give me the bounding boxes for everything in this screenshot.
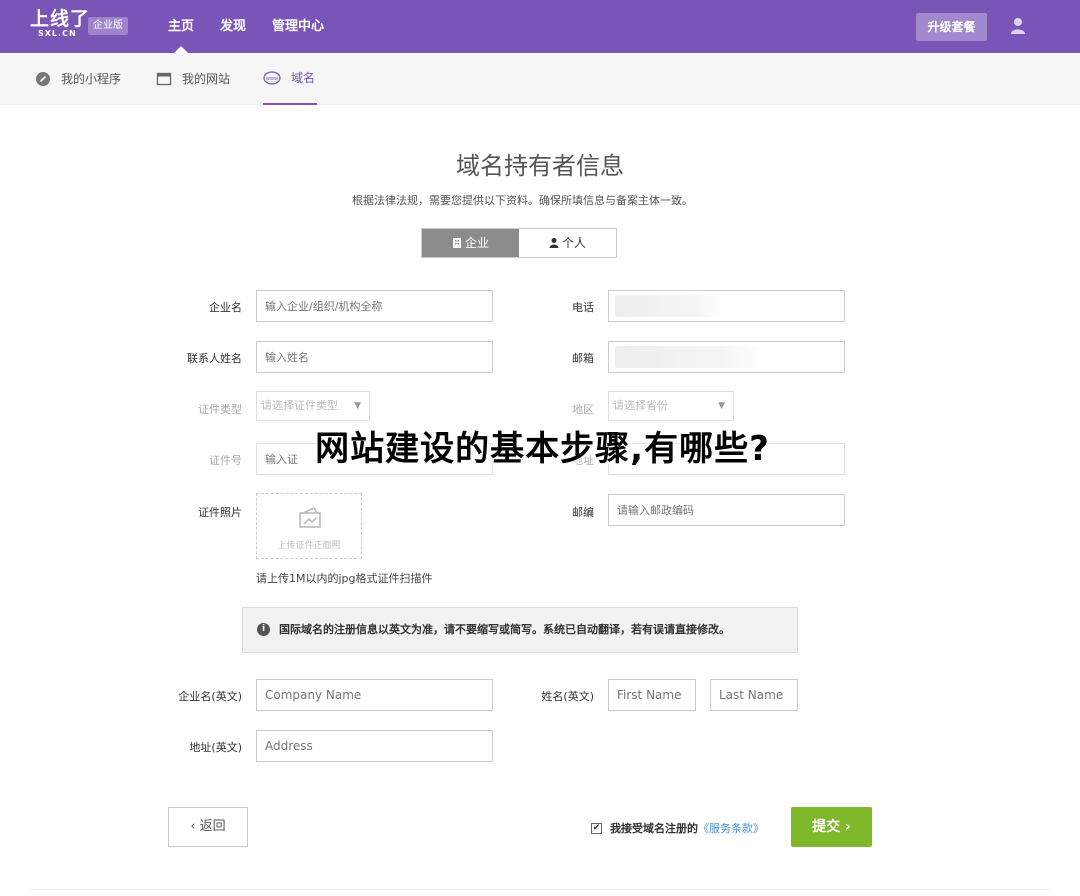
first-name-input[interactable]: [608, 679, 696, 711]
overlay-headline: 网站建设的基本步骤,有哪些?: [315, 429, 770, 469]
region-placeholder: 请选择省份: [613, 399, 668, 412]
company-en-input[interactable]: [256, 679, 493, 711]
logo-subtext: SXL.CN: [38, 29, 77, 38]
phone-label: 电话: [572, 301, 594, 314]
id-type-select[interactable]: 请选择证件类型 ▼: [256, 391, 370, 421]
terms-link[interactable]: 《服务条款》: [698, 820, 764, 836]
subnav-domains[interactable]: www 域名: [263, 53, 317, 105]
terms-checkbox[interactable]: ✔: [591, 822, 602, 834]
contact-name-input[interactable]: [256, 341, 493, 373]
id-type-label: 证件类型: [198, 403, 242, 416]
logo[interactable]: 上线了 SXL.CN: [30, 9, 90, 39]
region-label: 地区: [572, 403, 594, 416]
email-input[interactable]: [608, 341, 845, 373]
info-notice: i 国际域名的注册信息以英文为准，请不要缩写或简写。系统已自动翻译，若有误请直接…: [242, 607, 798, 653]
nav-management-center[interactable]: 管理中心: [272, 0, 324, 53]
link-icon: [36, 72, 50, 86]
info-icon: i: [257, 623, 270, 636]
blurred-value: [615, 295, 725, 317]
toggle-personal-label: 个人: [561, 236, 586, 250]
subnav-label: 我的网站: [182, 72, 231, 86]
contact-name-label: 联系人姓名: [187, 352, 242, 365]
svg-text:www: www: [266, 76, 278, 82]
address-en-label: 地址(英文): [189, 741, 242, 754]
toggle-personal[interactable]: 个人: [519, 229, 616, 257]
id-photo-upload[interactable]: 上传证件正面照: [256, 493, 362, 559]
upload-hint: 请上传1M以内的jpg格式证件扫描件: [256, 572, 433, 585]
toggle-company[interactable]: 企业: [422, 229, 519, 257]
image-upload-icon: [299, 507, 321, 528]
company-name-label: 企业名: [209, 301, 242, 314]
blurred-value: [615, 346, 765, 368]
edition-badge: 企业版: [88, 17, 128, 35]
last-name-input[interactable]: [710, 679, 798, 711]
top-bar: 上线了 SXL.CN 企业版 主页 发现 管理中心 升级套餐: [0, 0, 1080, 53]
toggle-company-label: 企业: [464, 236, 489, 250]
subnav-my-websites[interactable]: 我的网站: [156, 53, 230, 105]
submit-button[interactable]: 提交 ›: [791, 807, 872, 847]
entity-type-toggle: 企业 个人: [421, 228, 617, 258]
phone-input[interactable]: [608, 290, 845, 322]
region-select[interactable]: 请选择省份 ▼: [608, 391, 734, 421]
sub-nav: 我的小程序 我的网站 www 域名: [0, 53, 1080, 105]
chevron-down-icon: ▼: [718, 401, 725, 411]
postcode-label: 邮编: [572, 506, 594, 519]
person-icon: [549, 238, 559, 248]
terms-agreement: ✔ 我接受域名注册的 《服务条款》: [591, 820, 764, 836]
address-en-input[interactable]: [256, 730, 493, 762]
logo-text: 上线了: [30, 8, 91, 30]
company-en-label: 企业名(英文): [178, 690, 242, 703]
top-nav: 主页 发现 管理中心: [168, 0, 350, 53]
page-title: 域名持有者信息: [456, 152, 624, 180]
agree-text: 我接受域名注册的: [610, 822, 698, 835]
user-icon[interactable]: [1008, 16, 1028, 36]
upload-text: 上传证件正面照: [277, 541, 341, 551]
subnav-label: 我的小程序: [61, 72, 122, 86]
www-globe-icon: www: [263, 71, 281, 85]
name-en-label: 姓名(英文): [541, 690, 594, 703]
back-button[interactable]: ‹ 返回: [168, 807, 248, 847]
building-icon: [452, 238, 461, 248]
divider: [30, 889, 1050, 890]
subnav-my-miniprograms[interactable]: 我的小程序: [35, 53, 121, 105]
id-photo-label: 证件照片: [198, 506, 242, 519]
nav-home[interactable]: 主页: [168, 0, 194, 53]
nav-discover[interactable]: 发现: [220, 0, 246, 53]
upgrade-plan-button[interactable]: 升级套餐: [916, 13, 987, 41]
company-name-input[interactable]: [256, 290, 493, 322]
browser-window-icon: [156, 72, 172, 86]
postcode-input[interactable]: [608, 494, 845, 526]
chevron-down-icon: ▼: [354, 401, 361, 411]
id-type-placeholder: 请选择证件类型: [261, 399, 338, 412]
email-label: 邮箱: [572, 352, 594, 365]
page-subtitle: 根据法律法规，需要您提供以下资料。确保所填信息与备案主体一致。: [352, 194, 693, 207]
subnav-label: 域名: [291, 71, 316, 85]
notice-text: 国际域名的注册信息以英文为准，请不要缩写或简写。系统已自动翻译，若有误请直接修改…: [279, 623, 730, 636]
